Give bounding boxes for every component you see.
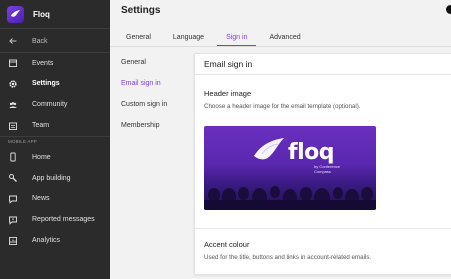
sidebar-item-label: Team [32, 122, 50, 130]
floq-logo-icon [7, 5, 24, 23]
bird-logo-icon [254, 138, 284, 160]
card-divider [195, 228, 451, 229]
sidebar-item-label: Community [32, 101, 68, 109]
section-label-mobile-app: MOBILE APP [8, 139, 38, 145]
sidebar-item-label: Events [32, 59, 54, 67]
people-icon [8, 100, 18, 110]
sidebar-item-label: App building [32, 174, 71, 182]
sidebar-item-events[interactable]: Events [0, 53, 110, 74]
tab-sign-in[interactable]: Sign in [215, 28, 258, 47]
header-image-title: Header image [204, 89, 252, 98]
floq-logo-text: floq [288, 140, 334, 165]
sidebar-divider [0, 28, 110, 29]
sidebar-item-settings[interactable]: Settings [0, 74, 110, 95]
phone-icon [8, 152, 18, 162]
subnav-item-membership[interactable]: Membership [110, 115, 194, 136]
sidebar-item-label: News [32, 195, 50, 203]
back-label: Back [32, 37, 48, 45]
settings-tabs: General Language Sign in Advanced [115, 28, 312, 47]
gear-icon [8, 79, 18, 89]
sidebar-item-label: Settings [32, 80, 60, 88]
wrench-icon [8, 173, 18, 183]
back-button[interactable]: Back [0, 31, 110, 52]
app-name: Floq [33, 9, 50, 19]
flag-icon [8, 215, 18, 225]
header-image-description: Choose a header image for the email temp… [204, 103, 361, 110]
subnav-item-email-sign-in[interactable]: Email sign in [110, 73, 194, 94]
calendar-icon [8, 58, 18, 68]
header-image-preview[interactable]: floq by Conference Compass [204, 126, 376, 210]
page-header: Settings General Language Sign in Advanc… [110, 0, 451, 47]
brand[interactable]: Floq [0, 0, 110, 28]
sidebar-item-analytics[interactable]: Analytics [0, 230, 110, 251]
page-title: Settings [121, 5, 161, 16]
avatar[interactable] [446, 5, 451, 14]
card-title: Email sign in [195, 54, 451, 75]
analytics-icon [8, 236, 18, 246]
tab-general[interactable]: General [115, 28, 162, 47]
sidebar-item-news[interactable]: News [0, 189, 110, 210]
sidebar-item-label: Analytics [32, 237, 61, 245]
tab-language[interactable]: Language [162, 28, 215, 47]
sidebar: Floq Back Events Settings Community Team… [0, 0, 110, 279]
accent-colour-title: Accent colour [204, 240, 250, 249]
team-icon [8, 121, 18, 131]
email-sign-in-card: Email sign in Header image Choose a head… [194, 53, 451, 275]
news-icon [8, 194, 18, 204]
sidebar-item-label: Home [32, 153, 51, 161]
sidebar-item-home[interactable]: Home [0, 147, 110, 168]
sign-in-subnav: General Email sign in Custom sign in Mem… [110, 47, 194, 136]
sidebar-item-community[interactable]: Community [0, 94, 110, 115]
arrow-left-icon [8, 36, 18, 46]
sidebar-item-reported-messages[interactable]: Reported messages [0, 209, 110, 230]
sidebar-item-app-building[interactable]: App building [0, 168, 110, 189]
audience-silhouettes [204, 172, 376, 210]
subnav-item-general[interactable]: General [110, 52, 194, 73]
sidebar-item-team[interactable]: Team [0, 115, 110, 136]
subnav-item-custom-sign-in[interactable]: Custom sign in [110, 94, 194, 115]
tab-advanced[interactable]: Advanced [258, 28, 311, 47]
sidebar-item-label: Reported messages [32, 216, 95, 224]
accent-colour-description: Used for the title, buttons and links in… [204, 254, 372, 261]
